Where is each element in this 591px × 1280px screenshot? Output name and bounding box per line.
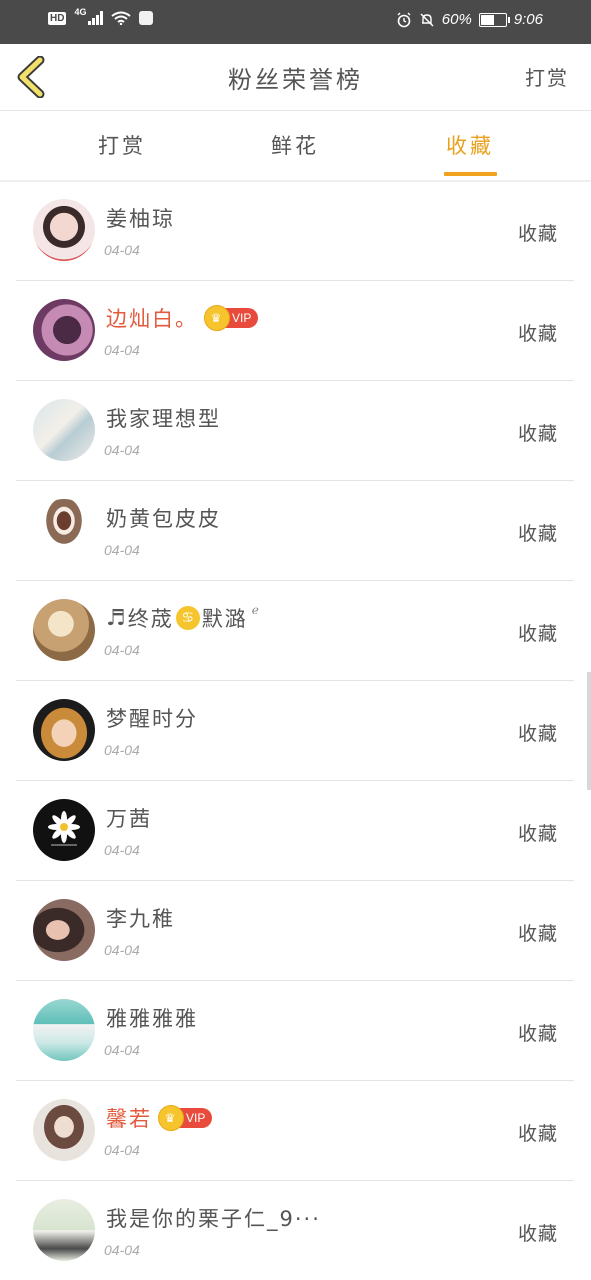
fan-action: 收藏 [517,523,558,545]
fan-date: 04-04 [104,442,140,458]
signal-icon [88,11,104,25]
scrollbar[interactable] [587,672,591,790]
avatar [33,599,95,661]
fan-name: 边灿白。 [106,307,198,331]
avatar [33,899,95,961]
avatar [33,399,95,461]
clock: 9:06 [513,11,543,28]
tab-bar: 打赏 鲜花 收藏 [0,111,591,182]
fan-name: 李九稚 [106,907,175,931]
crown-icon: ♛ [158,1105,184,1131]
wifi-icon [111,11,132,25]
fan-action: 收藏 [517,1023,558,1045]
alarm-icon [397,12,411,27]
avatar [33,499,95,561]
fan-action: 收藏 [517,623,558,645]
crown-icon: ♛ [204,305,230,331]
fan-date: 04-04 [104,1042,140,1058]
app-notification-icon [139,11,154,25]
tab-tip[interactable]: 打赏 [98,130,146,160]
app-header: 粉丝荣誉榜 打赏 [0,44,591,111]
fan-date: 04-04 [104,1242,140,1258]
fan-action: 收藏 [517,823,558,845]
fan-name: 奶黄包皮皮 [106,507,221,531]
fan-date: 04-04 [104,542,140,558]
fan-name: 姜柚琼 [106,207,175,231]
fan-list: 姜柚琼 04-04 收藏 边灿白。 ♛ VIP 04-04 收藏 我家理想型 0… [0,181,591,1280]
tab-flowers[interactable]: 鲜花 [271,130,319,160]
fan-date: 04-04 [104,342,140,358]
list-item[interactable]: 我家理想型 04-04 收藏 [16,381,574,481]
vip-badge: ♛ VIP [158,1105,213,1131]
vip-badge: ♛ VIP [204,305,259,331]
fan-date: 04-04 [104,242,140,258]
list-item[interactable]: 边灿白。 ♛ VIP 04-04 收藏 [16,281,574,381]
avatar [33,299,95,361]
tip-button[interactable]: 打赏 [525,62,569,91]
fan-action: 收藏 [517,323,558,345]
battery-icon [478,12,510,27]
fan-name-row: ♬ 终荿 ♋ 默潞 ℯ [106,603,261,633]
active-tab-indicator [444,172,497,176]
avatar [33,799,95,861]
daisy-icon [48,811,80,846]
list-item[interactable]: 馨若 ♛ VIP 04-04 收藏 [16,1081,574,1181]
status-bar: HD 4G 60% 9:06 [0,0,591,44]
avatar [33,999,95,1061]
fan-name: 万茜 [106,807,152,831]
avatar [33,1199,95,1261]
avatar [33,199,95,261]
list-item[interactable]: 雅雅雅雅 04-04 收藏 [16,981,574,1081]
fan-name: 终荿 [127,607,174,631]
mute-bell-icon [420,12,434,27]
list-item[interactable]: 万茜 04-04 收藏 [16,781,574,881]
fan-name-sup: ℯ [251,603,261,617]
fan-name-row: 边灿白。 ♛ VIP [106,303,259,333]
fan-name: 馨若 [106,1107,152,1131]
avatar [33,1099,95,1161]
fan-action: 收藏 [517,223,558,245]
fan-date: 04-04 [104,642,140,658]
tab-favorites[interactable]: 收藏 [446,130,494,160]
fan-action: 收藏 [517,1123,558,1145]
hd-indicator: HD [48,11,67,25]
fan-date: 04-04 [104,842,140,858]
fan-date: 04-04 [104,942,140,958]
fan-action: 收藏 [517,1223,558,1245]
network-type: 4G [74,7,87,17]
fan-action: 收藏 [517,723,558,745]
fan-action: 收藏 [517,923,558,945]
avatar [33,699,95,761]
fan-name: 我是你的栗子仁_9··· [106,1207,321,1231]
fan-name: 梦醒时分 [106,707,198,731]
battery-percent: 60% [441,11,472,28]
fan-date: 04-04 [104,742,140,758]
list-item[interactable]: 姜柚琼 04-04 收藏 [16,181,574,281]
list-item[interactable]: 梦醒时分 04-04 收藏 [16,681,574,781]
music-note-icon: ♬ [106,605,126,631]
fan-name-row: 馨若 ♛ VIP [106,1103,213,1133]
fan-action: 收藏 [517,423,558,445]
list-item[interactable]: 奶黄包皮皮 04-04 收藏 [16,481,574,581]
cancer-zodiac-icon: ♋ [175,606,200,630]
page-title: 粉丝荣誉榜 [228,66,363,94]
fan-name: 我家理想型 [106,407,221,431]
list-item[interactable]: 我是你的栗子仁_9··· 04-04 收藏 [16,1181,574,1280]
fan-name-suffix: 默潞 [201,607,248,631]
fan-name: 雅雅雅雅 [106,1007,198,1031]
list-item[interactable]: ♬ 终荿 ♋ 默潞 ℯ 04-04 收藏 [16,581,574,681]
list-item[interactable]: 李九稚 04-04 收藏 [16,881,574,981]
fan-date: 04-04 [104,1142,140,1158]
